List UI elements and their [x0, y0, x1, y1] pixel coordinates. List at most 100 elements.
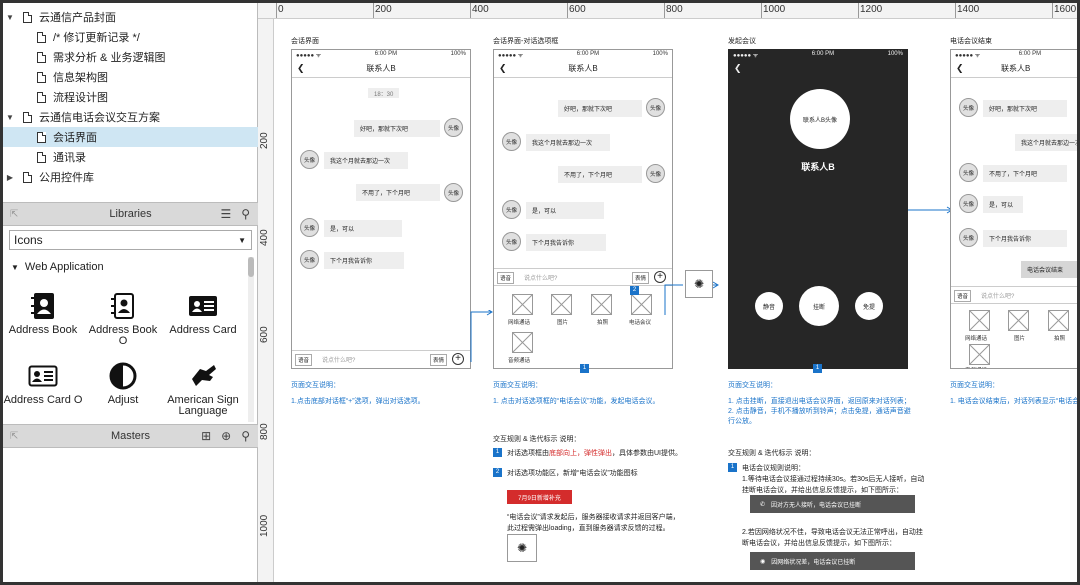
- chat-bubble[interactable]: 我这个月就去那边一次: [526, 134, 610, 151]
- option-image[interactable]: [551, 294, 572, 315]
- avatar[interactable]: 头像: [646, 164, 665, 183]
- chat-bubble[interactable]: 我这个月就去那边一次: [1015, 134, 1077, 151]
- ruler-tick: [373, 3, 374, 18]
- avatar[interactable]: 头像: [444, 183, 463, 202]
- tree-item[interactable]: 会话界面: [3, 127, 258, 147]
- option-conference-call[interactable]: [631, 294, 652, 315]
- chat-bubble[interactable]: 好吧，那就下次吧: [983, 100, 1067, 117]
- option-image[interactable]: [1008, 310, 1029, 331]
- option-camera[interactable]: [1048, 310, 1069, 331]
- status-bar: ●●●●● ᯤ6:00 PM100%: [955, 51, 1042, 59]
- ruler-label: 600: [259, 326, 270, 343]
- page-icon: [23, 11, 32, 23]
- option-audio-call[interactable]: [512, 332, 533, 353]
- add-folder-icon[interactable]: ⊕: [221, 429, 231, 443]
- scroll-thumb[interactable]: [248, 257, 254, 277]
- avatar[interactable]: 头像: [502, 232, 521, 251]
- back-icon[interactable]: ❮: [734, 63, 742, 74]
- search-icon[interactable]: ⚲: [241, 429, 250, 443]
- library-scrollbar[interactable]: [248, 257, 254, 422]
- library-item-label: Address Card O: [3, 394, 83, 406]
- chat-bubble[interactable]: 是，可以: [324, 220, 402, 237]
- tree-item[interactable]: ▶ 公用控件库: [3, 167, 258, 187]
- phone-calling: ●●●●● ᯤ 6:00 PM 100% ❮ 联系人B头像 联系人B 静音 挂断 免…: [728, 49, 908, 369]
- voice-button[interactable]: 语音: [295, 354, 313, 366]
- option-camera[interactable]: [591, 294, 612, 315]
- tree-item[interactable]: ▼ 云通信电话会议交互方案: [3, 107, 258, 127]
- chat-bubble[interactable]: 好吧，那就下次吧: [354, 120, 440, 137]
- ruler-vertical: 200 400 600 800 1000: [258, 19, 274, 582]
- chevron-down-icon[interactable]: ▼: [5, 113, 15, 122]
- emoji-button[interactable]: 表情: [430, 354, 448, 366]
- message-input[interactable]: 说点什么吧?: [524, 273, 557, 282]
- tree-item-label: 云通信电话会议交互方案: [39, 112, 160, 124]
- chat-bubble[interactable]: 不用了，下个月吧: [983, 165, 1067, 182]
- speaker-button[interactable]: 免提: [855, 292, 883, 320]
- tree-item[interactable]: 需求分析 & 业务逻辑图: [3, 47, 258, 67]
- emoji-button[interactable]: 表情: [632, 272, 650, 284]
- hangup-button[interactable]: 挂断: [799, 286, 839, 326]
- page-icon: [37, 71, 46, 83]
- option-label: 拍照: [1054, 336, 1066, 342]
- mute-button[interactable]: 静音: [755, 292, 783, 320]
- chat-bubble[interactable]: 下个月我告诉你: [324, 252, 404, 269]
- chat-bubble[interactable]: 不用了，下个月吧: [356, 184, 440, 201]
- chat-bubble[interactable]: 是，可以: [983, 196, 1023, 213]
- option-network-call[interactable]: [512, 294, 533, 315]
- message-input[interactable]: 说点什么吧?: [981, 291, 1014, 300]
- library-group[interactable]: ▼ Web Application: [11, 261, 104, 273]
- tree-item[interactable]: 通讯录: [3, 147, 258, 167]
- avatar[interactable]: 头像: [646, 98, 665, 117]
- tree-item[interactable]: ▼ 云通信产品封面: [3, 7, 258, 27]
- menu-icon[interactable]: ☰: [220, 207, 231, 221]
- avatar[interactable]: 头像: [959, 194, 978, 213]
- library-select[interactable]: Icons ▼: [9, 230, 252, 250]
- avatar[interactable]: 头像: [959, 163, 978, 182]
- status-bar: ●●●●● ᯤ6:00 PM100%: [733, 51, 903, 59]
- chat-bubble[interactable]: 是，可以: [526, 202, 604, 219]
- chat-bubble[interactable]: 下个月我告诉你: [983, 230, 1067, 247]
- chevron-right-icon[interactable]: ▶: [5, 173, 15, 182]
- library-item-address-book-o[interactable]: Address Book O: [83, 291, 163, 347]
- back-icon[interactable]: ❮: [499, 63, 507, 74]
- library-item-sign-language[interactable]: American Sign Language: [163, 361, 243, 417]
- ruler-tick: [276, 3, 277, 18]
- add-master-icon[interactable]: ⊞: [201, 429, 211, 443]
- chat-bubble[interactable]: 不用了，下个月吧: [558, 166, 642, 183]
- library-item-address-card[interactable]: Address Card: [163, 291, 243, 336]
- call-ended-bubble[interactable]: 电话会议结束: [1021, 261, 1077, 278]
- avatar[interactable]: 头像: [959, 98, 978, 117]
- collapse-icon[interactable]: ⇱: [10, 209, 18, 220]
- option-audio-call[interactable]: [969, 344, 990, 365]
- voice-button[interactable]: 语音: [954, 290, 972, 302]
- collapse-icon[interactable]: ⇱: [10, 431, 18, 442]
- rule-text: “电话会议”请求发起后，服务器接收请求并返回客户端，: [507, 514, 680, 521]
- message-input[interactable]: 说点什么吧?: [322, 355, 355, 364]
- back-icon[interactable]: ❮: [297, 63, 305, 74]
- library-item-address-book[interactable]: Address Book: [3, 291, 83, 336]
- nav-title: 联系人B: [366, 63, 396, 73]
- ruler-tick: [955, 3, 956, 18]
- chat-bubble[interactable]: 下个月我告诉你: [526, 234, 606, 251]
- avatar[interactable]: 头像: [959, 228, 978, 247]
- chevron-down-icon[interactable]: ▼: [5, 13, 15, 22]
- note-title: 页面交互说明：: [728, 382, 777, 389]
- avatar[interactable]: 头像: [300, 250, 319, 269]
- avatar[interactable]: 头像: [300, 150, 319, 169]
- avatar[interactable]: 头像: [502, 132, 521, 151]
- avatar[interactable]: 头像: [502, 200, 521, 219]
- library-item-address-card-o[interactable]: Address Card O: [3, 361, 83, 406]
- avatar[interactable]: 头像: [444, 118, 463, 137]
- back-icon[interactable]: ❮: [956, 63, 964, 74]
- tree-item[interactable]: 流程设计图: [3, 87, 258, 107]
- chat-bubble[interactable]: 好吧，那就下次吧: [558, 100, 642, 117]
- rule-text: 1.等待电话会议接通过程持续30s。若30s后无人接听，自动: [742, 476, 925, 483]
- search-icon[interactable]: ⚲: [241, 207, 250, 221]
- tree-item[interactable]: /* 修订更新记录 */: [3, 27, 258, 47]
- chat-bubble[interactable]: 我这个月就去那边一次: [324, 152, 408, 169]
- avatar[interactable]: 头像: [300, 218, 319, 237]
- tree-item[interactable]: 信息架构图: [3, 67, 258, 87]
- library-item-adjust[interactable]: Adjust: [83, 361, 163, 406]
- option-network-call[interactable]: [969, 310, 990, 331]
- voice-button[interactable]: 语音: [497, 272, 515, 284]
